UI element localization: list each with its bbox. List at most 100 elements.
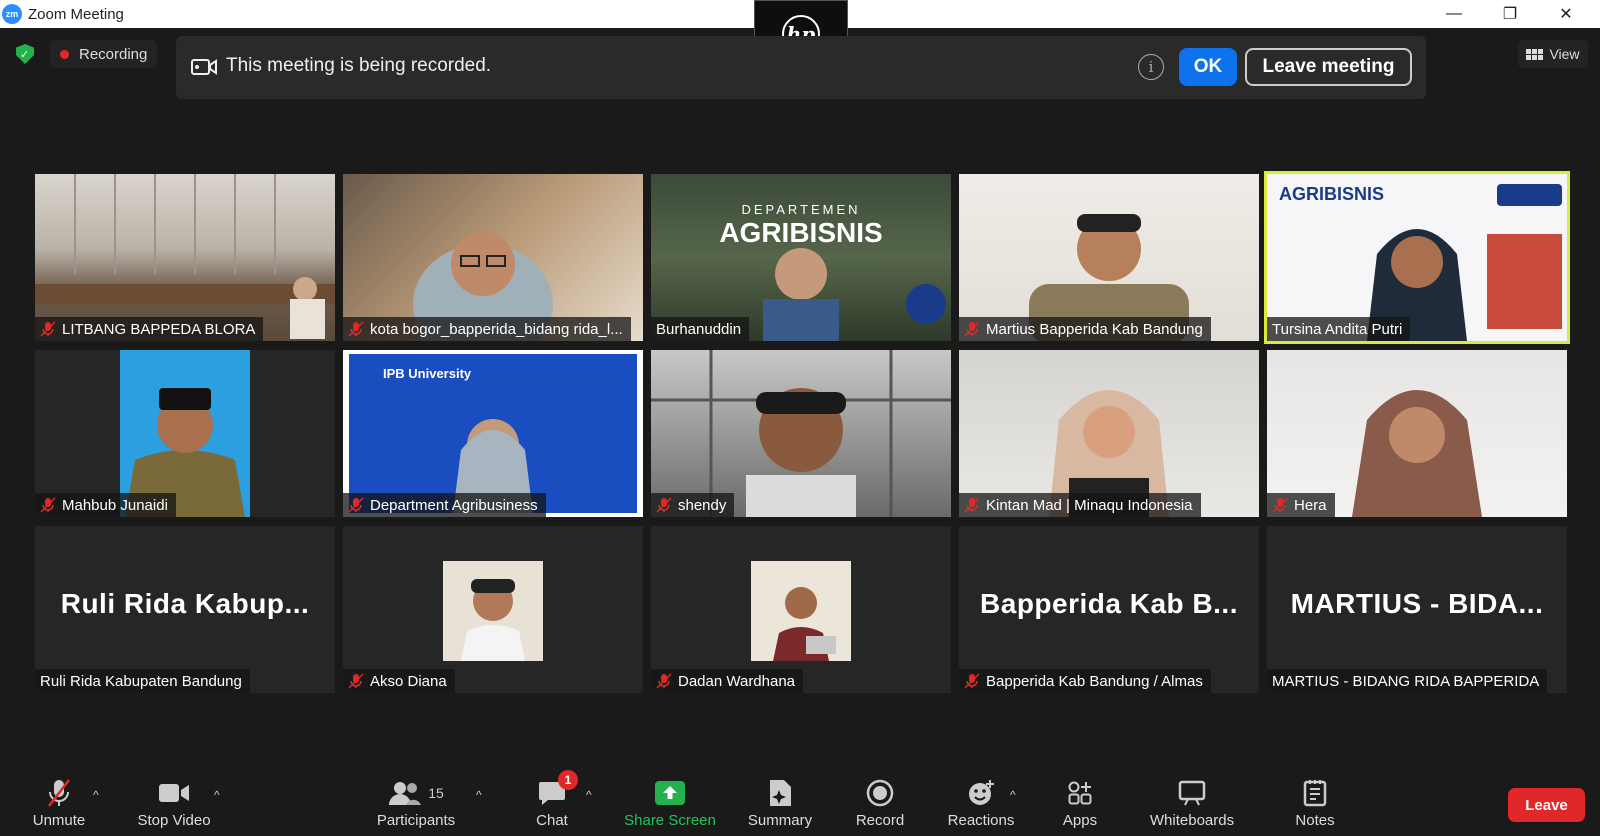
participants-options-chevron-icon[interactable]: ^ xyxy=(476,788,482,802)
whiteboards-button[interactable]: Whiteboards xyxy=(1145,778,1239,829)
participant-tile[interactable]: shendy xyxy=(651,350,951,517)
window-title: Zoom Meeting xyxy=(28,5,124,23)
share-screen-icon xyxy=(654,778,686,808)
share-screen-button[interactable]: Share Screen xyxy=(624,778,716,829)
summary-button[interactable]: Summary xyxy=(745,778,815,829)
participant-avatar xyxy=(443,561,543,661)
participant-tile[interactable]: MARTIUS - BIDA... MARTIUS - BIDANG RIDA … xyxy=(1267,526,1567,693)
recording-indicator[interactable]: Recording xyxy=(50,40,158,68)
apps-label: Apps xyxy=(1062,812,1098,829)
participant-tile[interactable]: LITBANG BAPPEDA BLORA xyxy=(35,174,335,341)
mic-muted-icon xyxy=(348,497,364,513)
chat-label: Chat xyxy=(536,812,568,829)
participants-label: Participants xyxy=(376,812,456,829)
audio-options-chevron-icon[interactable]: ^ xyxy=(93,788,99,802)
participant-name: Bapperida Kab Bandung / Almas xyxy=(986,672,1203,690)
participant-tile[interactable]: Hera xyxy=(1267,350,1567,517)
participant-name: shendy xyxy=(678,496,727,514)
reactions-options-chevron-icon[interactable]: ^ xyxy=(1010,788,1016,802)
participant-name: Martius Bapperida Kab Bandung xyxy=(986,320,1203,338)
video-camera-icon xyxy=(158,778,190,808)
mic-muted-icon xyxy=(348,321,364,337)
ipb-university-video: IPB University xyxy=(349,354,637,513)
stop-video-label: Stop Video xyxy=(137,812,211,829)
participant-name: Kintan Mad | Minaqu Indonesia xyxy=(986,496,1193,514)
recording-notice-banner: This meeting is being recorded. i OK Lea… xyxy=(176,36,1426,99)
participant-name: LITBANG BAPPEDA BLORA xyxy=(62,320,256,338)
participant-tile[interactable]: Ruli Rida Kabup... Ruli Rida Kabupaten B… xyxy=(35,526,335,693)
participant-tile[interactable]: Martius Bapperida Kab Bandung xyxy=(959,174,1259,341)
mic-muted-icon xyxy=(1272,497,1288,513)
participant-namebar: Martius Bapperida Kab Bandung xyxy=(959,317,1211,341)
mic-muted-icon xyxy=(348,673,364,689)
participant-tile-active-speaker[interactable]: AGRIBISNIS Tursina Andita Putri xyxy=(1264,171,1570,344)
participant-tile[interactable]: DEPARTEMEN AGRIBISNIS Burhanuddin xyxy=(651,174,951,341)
participant-avatar xyxy=(751,561,851,661)
participant-namebar: Bapperida Kab Bandung / Almas xyxy=(959,669,1211,693)
recording-notice-text: This meeting is being recorded. xyxy=(226,55,492,76)
leave-meeting-button[interactable]: Leave meeting xyxy=(1245,48,1412,86)
participant-namebar: LITBANG BAPPEDA BLORA xyxy=(35,317,264,341)
woman-hijab-brown-video xyxy=(1352,390,1482,517)
participant-tile[interactable]: Dadan Wardhana xyxy=(651,526,951,693)
record-dot-icon xyxy=(60,49,69,59)
participants-icon xyxy=(389,782,422,805)
whiteboard-icon xyxy=(1178,778,1206,808)
chat-button[interactable]: 1 Chat xyxy=(527,770,578,829)
summary-icon xyxy=(767,778,793,808)
grid-view-icon xyxy=(1526,48,1544,60)
participant-tile[interactable]: Kintan Mad | Minaqu Indonesia xyxy=(959,350,1259,517)
info-icon[interactable]: i xyxy=(1138,54,1164,80)
participants-button[interactable]: 15 Participants xyxy=(370,778,462,829)
record-label: Record xyxy=(855,812,905,829)
summary-label: Summary xyxy=(747,812,813,829)
mic-muted-icon xyxy=(40,321,56,337)
participants-count: 15 xyxy=(428,785,444,801)
participant-namebar: Dadan Wardhana xyxy=(651,669,804,693)
chat-options-chevron-icon[interactable]: ^ xyxy=(586,788,592,802)
unmute-button[interactable]: Unmute xyxy=(26,778,92,829)
mic-muted-icon xyxy=(656,497,672,513)
participant-name: Dadan Wardhana xyxy=(678,672,796,690)
svg-text:IPB University: IPB University xyxy=(383,366,472,381)
apps-button[interactable]: Apps xyxy=(1062,778,1098,829)
classroom-video xyxy=(35,174,335,339)
ok-button[interactable]: OK xyxy=(1179,48,1237,86)
mic-muted-icon xyxy=(40,497,56,513)
woman-hijab-beige-video xyxy=(1049,390,1169,517)
participant-namebar: kota bogor_bapperida_bidang rida_l... xyxy=(343,317,631,341)
leave-button[interactable]: Leave xyxy=(1508,788,1585,822)
video-options-chevron-icon[interactable]: ^ xyxy=(214,788,220,802)
minimize-icon[interactable]: — xyxy=(1426,0,1482,28)
record-icon xyxy=(866,778,894,808)
mic-muted-icon xyxy=(46,778,72,808)
whiteboards-label: Whiteboards xyxy=(1149,812,1235,829)
participant-namebar: Akso Diana xyxy=(343,669,455,693)
participant-namebar: Mahbub Junaidi xyxy=(35,493,176,517)
participant-tile[interactable]: kota bogor_bapperida_bidang rida_l... xyxy=(343,174,643,341)
participant-name: MARTIUS - BIDANG RIDA BAPPERIDA xyxy=(1272,672,1540,690)
record-button[interactable]: Record xyxy=(852,778,908,829)
participant-namebar: Burhanuddin xyxy=(651,317,750,341)
shield-check-icon: ✓ xyxy=(20,49,30,61)
reactions-label: Reactions xyxy=(947,812,1015,829)
participant-name: Akso Diana xyxy=(370,672,447,690)
mic-muted-icon xyxy=(964,497,980,513)
participant-tile[interactable]: Bapperida Kab B... Bapperida Kab Bandung… xyxy=(959,526,1259,693)
participant-tile[interactable]: IPB University Department Agribusiness xyxy=(343,350,643,517)
close-icon[interactable]: ✕ xyxy=(1538,0,1594,28)
video-camera-icon xyxy=(191,59,217,75)
agribisnis-background-video: DEPARTEMEN AGRIBISNIS xyxy=(719,202,946,341)
restore-icon[interactable]: ❐ xyxy=(1482,0,1538,28)
stop-video-button[interactable]: Stop Video xyxy=(130,778,218,829)
mic-muted-icon xyxy=(656,673,672,689)
view-button[interactable]: View xyxy=(1518,40,1588,68)
participant-big-name: Ruli Rida Kabup... xyxy=(60,588,310,619)
chat-unread-badge: 1 xyxy=(558,770,578,790)
participant-tile[interactable]: Akso Diana xyxy=(343,526,643,693)
participant-namebar: MARTIUS - BIDANG RIDA BAPPERIDA xyxy=(1267,669,1548,693)
notes-button[interactable]: Notes xyxy=(1292,778,1338,829)
participant-namebar: shendy xyxy=(651,493,735,517)
participant-tile[interactable]: Mahbub Junaidi xyxy=(35,350,335,517)
reactions-button[interactable]: Reactions xyxy=(945,778,1017,829)
